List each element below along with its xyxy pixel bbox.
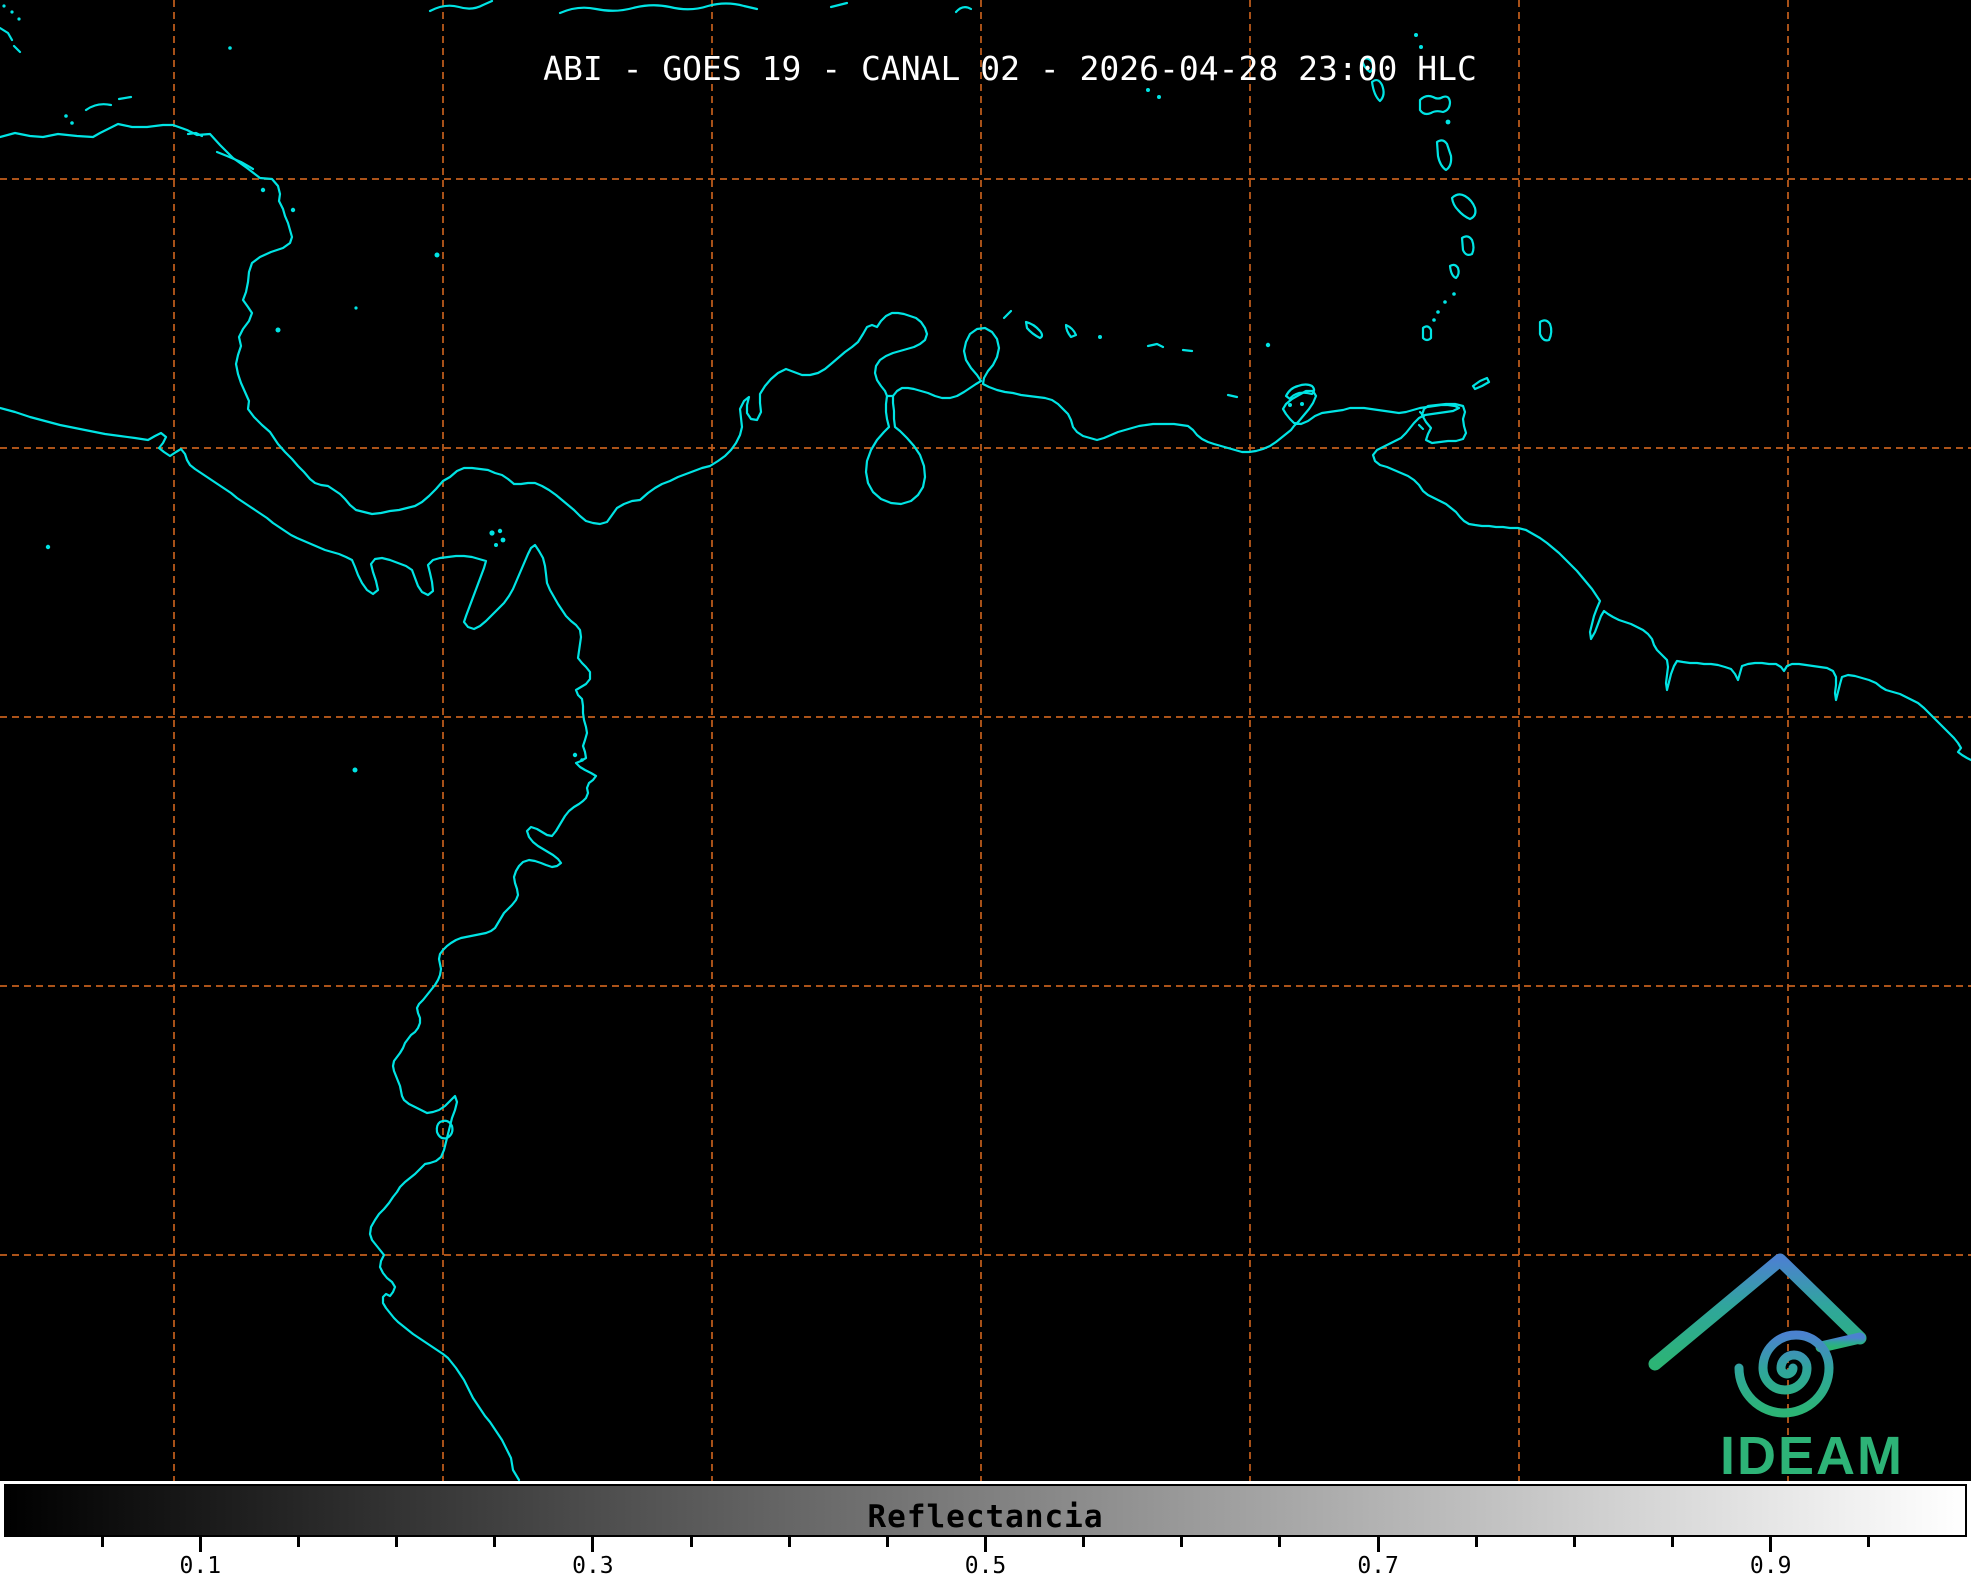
island-grenada: [1423, 326, 1431, 340]
logo-mountain-ridge-icon: [1821, 1338, 1860, 1347]
colorbar-label: Reflectancia: [868, 1499, 1104, 1535]
coastline-lake-maracaibo: [866, 396, 925, 504]
colorbar-minor-tick: [1180, 1537, 1183, 1547]
coastline-jamaica-fragment: [430, 1, 492, 11]
coastline-top-fragment-1: [831, 3, 847, 7]
colorbar-minor-tick: [101, 1537, 104, 1547]
coastline-top-fragment-2: [956, 7, 971, 12]
colorbar-tick-label: 0.5: [965, 1555, 1007, 1577]
island-dominica: [1437, 140, 1451, 170]
ideam-logo: IDEAM: [1645, 1246, 1915, 1486]
image-title: ABI - GOES 19 - CANAL 02 - 2026-04-28 23…: [543, 50, 1477, 88]
colorbar-minor-tick: [1867, 1537, 1870, 1547]
island-trinidad: [1419, 404, 1466, 443]
colorbar-minor-tick: [1671, 1537, 1674, 1547]
reflectance-colorbar: Reflectancia: [4, 1484, 1967, 1537]
island-bonaire: [1066, 325, 1076, 337]
colorbar-minor-tick: [1573, 1537, 1576, 1547]
colorbar-major-tick: [1377, 1537, 1380, 1552]
colorbar-minor-tick: [788, 1537, 791, 1547]
island-tobago: [1473, 378, 1489, 389]
coastline-caribbean-mainland: [0, 124, 1971, 760]
island-st-lucia: [1462, 236, 1474, 255]
colorbar-major-tick: [199, 1537, 202, 1552]
colorbar-minor-tick: [1475, 1537, 1478, 1547]
colorbar-panel: Reflectancia 0.1 0.3 0.5 0.7 0.9: [0, 1481, 1971, 1577]
colorbar-major-tick: [984, 1537, 987, 1552]
colorbar-minor-tick: [395, 1537, 398, 1547]
colorbar-major-tick: [591, 1537, 594, 1552]
colorbar-minor-tick: [1278, 1537, 1281, 1547]
coastline-pacific: [0, 408, 596, 1480]
satellite-image-viewer: ABI - GOES 19 - CANAL 02 - 2026-04-28 23…: [0, 0, 1971, 1577]
miskito-islets: [188, 133, 253, 169]
colorbar-tick-label: 0.9: [1750, 1555, 1792, 1577]
colorbar-minor-tick: [886, 1537, 889, 1547]
colorbar-minor-tick: [297, 1537, 300, 1547]
island-barbados: [1540, 320, 1551, 340]
colorbar-minor-tick: [1082, 1537, 1085, 1547]
coastline-hispaniola-fragment: [560, 4, 757, 14]
island-curacao: [1026, 322, 1042, 338]
colorbar-major-tick: [1769, 1537, 1772, 1552]
island-aruba: [1004, 311, 1011, 318]
colorbar-tick-label: 0.3: [572, 1555, 614, 1577]
logo-spiral-icon: [1739, 1335, 1829, 1413]
small-island-dots: [2, 4, 1455, 772]
logo-wordmark: IDEAM: [1720, 1426, 1904, 1486]
bay-islands: [0, 28, 131, 110]
island-martinique: [1452, 194, 1475, 219]
island-los-roques: [1148, 344, 1237, 397]
island-st-vincent: [1450, 265, 1459, 278]
colorbar-tick-label: 0.7: [1357, 1555, 1399, 1577]
colorbar-tick-label: 0.1: [180, 1555, 222, 1577]
colorbar-minor-tick: [493, 1537, 496, 1547]
satellite-map-area: ABI - GOES 19 - CANAL 02 - 2026-04-28 23…: [0, 0, 1971, 1481]
island-guadeloupe: [1420, 96, 1450, 114]
colorbar-minor-tick: [690, 1537, 693, 1547]
